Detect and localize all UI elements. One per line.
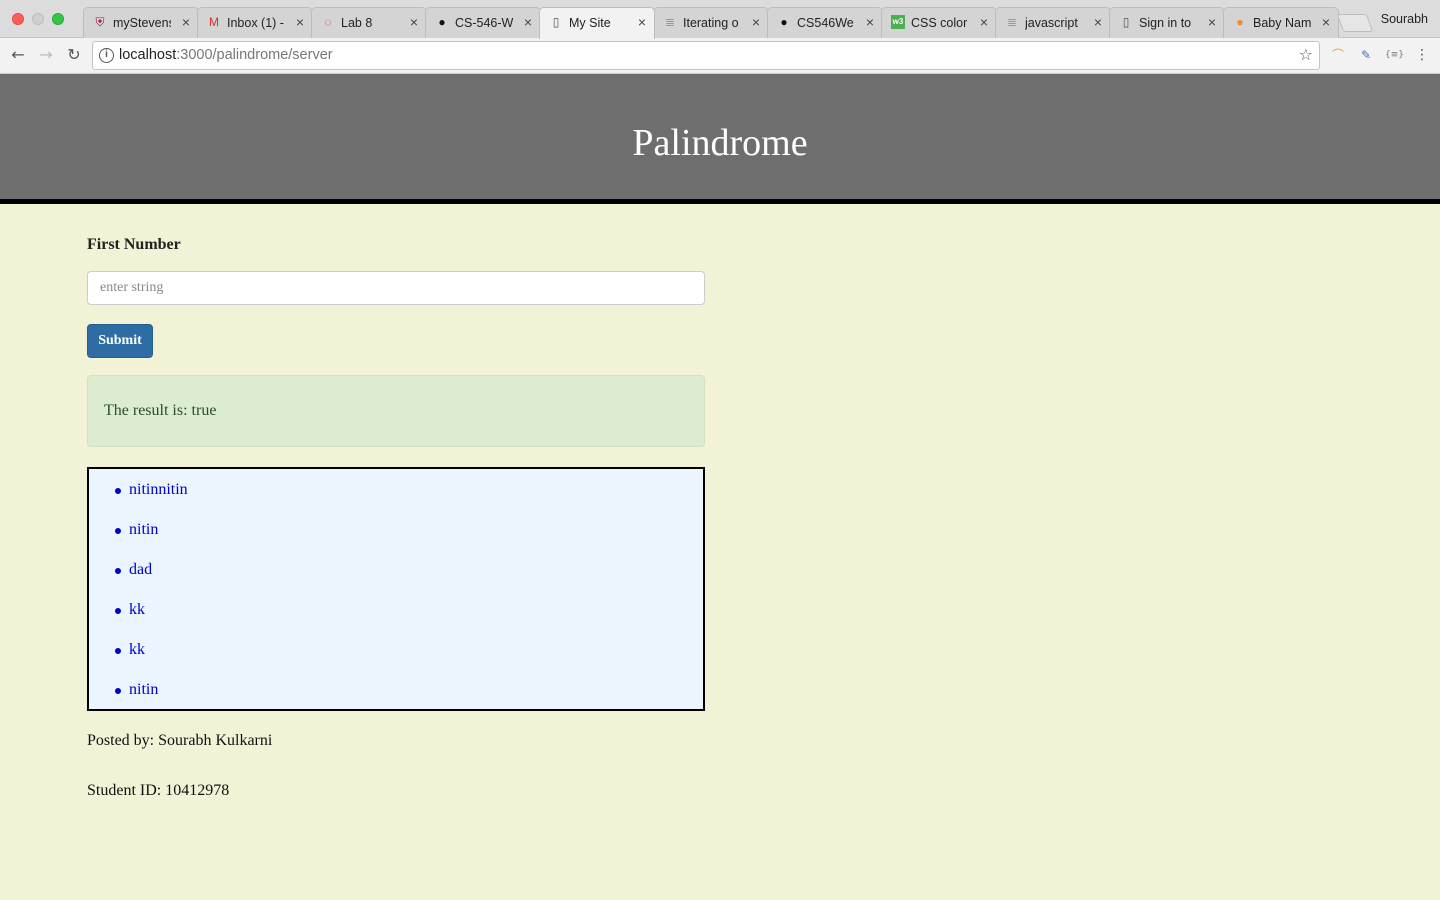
back-arrow-icon[interactable]: ← (8, 45, 28, 65)
extension-rainbow-icon[interactable]: ⌒ (1329, 46, 1347, 64)
close-tab-icon[interactable]: × (1094, 14, 1102, 30)
browser-tab[interactable]: ● Baby Nam × (1223, 7, 1339, 38)
close-tab-icon[interactable]: × (1322, 14, 1330, 30)
input-label: First Number (87, 236, 181, 253)
page-header: Palindrome (0, 74, 1440, 204)
window-minimize-button[interactable] (32, 13, 44, 25)
browser-tab[interactable]: M Inbox (1) - × (197, 7, 313, 38)
list-item: nitin (115, 521, 188, 561)
tab-title: Baby Nam (1253, 16, 1311, 30)
main-content: First Number Submit The result is: true … (87, 236, 705, 799)
result-alert: The result is: true (87, 375, 705, 447)
browser-tab[interactable]: ◌ Lab 8 × (311, 7, 427, 38)
new-tab-button[interactable] (1336, 14, 1374, 32)
json-viewer-icon[interactable]: {≡} (1385, 46, 1404, 64)
info-icon[interactable]: i (99, 48, 114, 63)
url-host: localhost (119, 47, 177, 63)
github-icon: ● (780, 15, 788, 29)
history-list: nitinnitin nitin dad kk kk nitin (115, 481, 188, 721)
page-title: Palindrome (632, 122, 808, 164)
url-text[interactable]: localhost:3000/palindrome/server (119, 47, 333, 63)
github-icon: ● (438, 15, 446, 29)
result-text: The result is: true (104, 402, 217, 419)
close-tab-icon[interactable]: × (296, 14, 304, 30)
address-bar[interactable]: i localhost:3000/palindrome/server ☆ (92, 41, 1320, 70)
browser-tab[interactable]: ▯ My Site × (539, 7, 655, 39)
tab-title: Inbox (1) - (227, 16, 284, 30)
list-item: nitin (115, 681, 188, 721)
list-item: dad (115, 561, 188, 601)
close-tab-icon[interactable]: × (866, 14, 874, 30)
list-item: kk (115, 641, 188, 681)
string-input[interactable] (87, 271, 705, 305)
close-tab-icon[interactable]: × (410, 14, 418, 30)
list-item: kk (115, 601, 188, 641)
gmail-icon: M (209, 15, 219, 29)
posted-by: Posted by: Sourabh Kulkarni (87, 732, 273, 749)
tab-title: Sign in to (1139, 16, 1192, 30)
page-icon: ▯ (552, 15, 560, 29)
close-tab-icon[interactable]: × (752, 14, 760, 30)
close-tab-icon[interactable]: × (524, 14, 532, 30)
browser-chrome: ⛨ myStevens × M Inbox (1) - × ◌ Lab 8 × ● CS-546-W… (0, 0, 1440, 74)
tab-title: My Site (569, 16, 611, 30)
menu-kebab-icon[interactable]: ⋮ (1413, 46, 1431, 64)
close-tab-icon[interactable]: × (638, 14, 646, 30)
close-tab-icon[interactable]: × (980, 14, 988, 30)
submit-button[interactable]: Submit (87, 324, 153, 358)
browser-toolbar: ← → ↻ i localhost:3000/palindrome/server… (0, 38, 1440, 74)
stackoverflow-icon: ≣ (664, 15, 676, 29)
browser-tab[interactable]: ▯ Sign in to × (1109, 7, 1225, 38)
profile-name[interactable]: Sourabh (1381, 12, 1428, 26)
stevens-icon: ⛨ (95, 15, 105, 29)
browser-tab[interactable]: ≣ Iterating o × (653, 7, 769, 38)
close-tab-icon[interactable]: × (1208, 14, 1216, 30)
window-maximize-button[interactable] (52, 13, 64, 25)
browser-tab[interactable]: ● CS546We × (767, 7, 883, 38)
stackoverflow-icon: ≣ (1006, 15, 1018, 29)
tab-title: Lab 8 (341, 16, 373, 30)
eyedropper-icon[interactable]: ✎ (1357, 46, 1375, 64)
tab-title: javascript (1025, 16, 1078, 30)
reload-icon[interactable]: ↻ (64, 45, 84, 65)
palindrome-history-list: nitinnitin nitin dad kk kk nitin (87, 467, 705, 711)
tab-strip: ⛨ myStevens × M Inbox (1) - × ◌ Lab 8 × ● CS-546-W… (0, 0, 1440, 39)
tab-title: Iterating o (683, 16, 739, 30)
page-icon: ▯ (1122, 15, 1130, 29)
w3schools-icon: w3 (891, 15, 905, 29)
browser-tab[interactable]: w3 CSS color × (881, 7, 997, 38)
tab-title: CS-546-W (455, 16, 513, 30)
baby-names-icon: ● (1236, 15, 1244, 29)
close-tab-icon[interactable]: × (182, 14, 190, 30)
window-close-button[interactable] (12, 13, 24, 25)
tab-title: myStevens (113, 16, 171, 30)
list-item: nitinnitin (115, 481, 188, 521)
browser-tab[interactable]: ≣ javascript × (995, 7, 1111, 38)
browser-tab[interactable]: ⛨ myStevens × (83, 7, 199, 38)
browser-tab[interactable]: ● CS-546-W × (425, 7, 541, 38)
bookmark-star-icon[interactable]: ☆ (1299, 45, 1313, 64)
url-path: :3000/palindrome/server (176, 47, 333, 63)
canvas-icon: ◌ (324, 15, 332, 29)
forward-arrow-icon[interactable]: → (36, 45, 56, 65)
tab-title: CSS color (911, 16, 968, 30)
student-id: Student ID: 10412978 (87, 782, 230, 799)
tab-title: CS546We (797, 16, 854, 30)
